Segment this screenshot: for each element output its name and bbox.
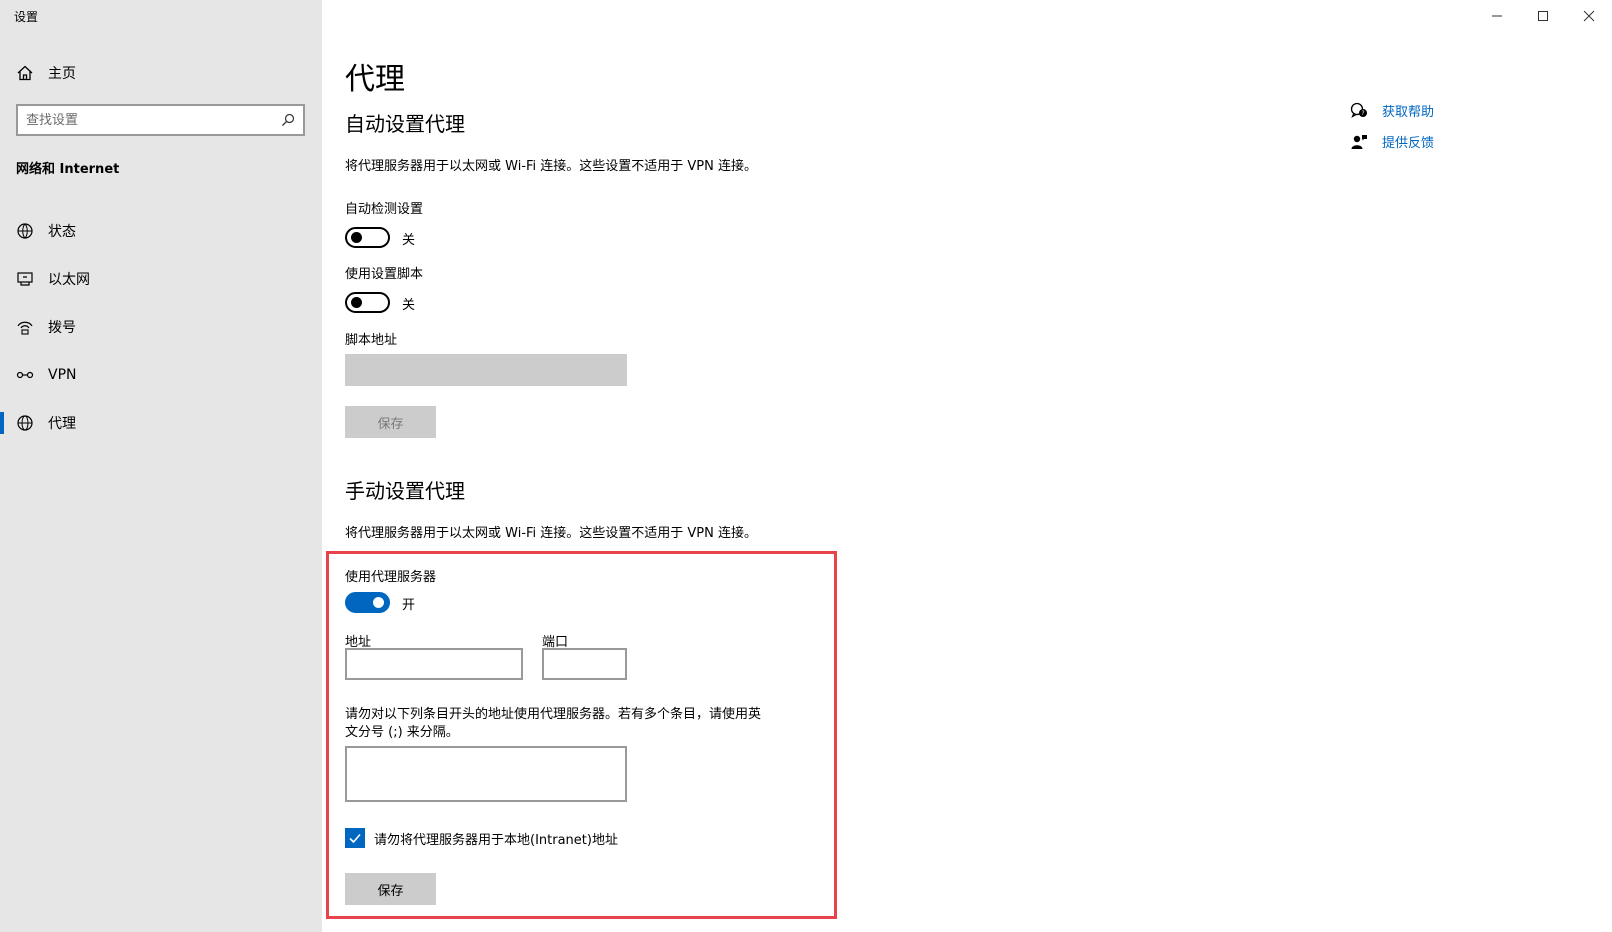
sidebar-item-label: VPN	[48, 367, 77, 383]
sidebar-item-label: 以太网	[48, 272, 90, 288]
get-help-link[interactable]: ? 获取帮助	[1350, 101, 1434, 120]
checkmark-icon	[349, 833, 361, 844]
script-address-input[interactable]	[345, 354, 627, 386]
auto-save-button[interactable]: 保存	[345, 406, 436, 438]
sidebar-section-label: 网络和 Internet	[16, 162, 120, 177]
sidebar-item-dialup[interactable]: 拨号	[0, 303, 322, 351]
auto-detect-toggle[interactable]	[345, 227, 390, 248]
status-icon	[17, 223, 33, 239]
search-icon[interactable]	[281, 113, 295, 127]
setup-script-state: 关	[402, 298, 416, 313]
auto-proxy-description: 将代理服务器用于以太网或 Wi-Fi 连接。这些设置不适用于 VPN 连接。	[345, 159, 758, 174]
script-address-label: 脚本地址	[345, 333, 398, 348]
globe-icon	[17, 415, 33, 431]
use-proxy-toggle[interactable]	[345, 592, 390, 613]
window-controls	[1474, 0, 1612, 32]
close-icon	[1583, 10, 1595, 22]
search-input[interactable]	[26, 112, 281, 128]
ethernet-icon	[17, 272, 33, 286]
maximize-button[interactable]	[1520, 0, 1566, 32]
get-help-label: 获取帮助	[1382, 105, 1435, 120]
feedback-icon	[1351, 134, 1367, 149]
setup-script-toggle[interactable]	[345, 292, 390, 313]
sidebar-item-label: 代理	[48, 416, 76, 432]
bypass-local-checkbox-row[interactable]: 请勿将代理服务器用于本地(Intranet)地址	[345, 828, 618, 848]
sidebar-item-label: 拨号	[48, 320, 76, 336]
use-proxy-state: 开	[402, 598, 416, 613]
maximize-icon	[1538, 11, 1548, 21]
sidebar-item-ethernet[interactable]: 以太网	[0, 255, 322, 303]
exceptions-label-line2: 文分号 (;) 来分隔。	[345, 725, 459, 740]
dialup-icon	[17, 321, 33, 335]
toggle-knob	[351, 297, 362, 308]
sidebar-item-label: 状态	[48, 224, 76, 240]
home-icon	[17, 65, 33, 81]
page-title: 代理	[345, 62, 405, 97]
minimize-button[interactable]	[1474, 0, 1520, 32]
home-label: 主页	[48, 66, 76, 82]
sidebar-nav: 状态 以太网 拨号 VPN 代理	[0, 207, 322, 447]
feedback-label: 提供反馈	[1382, 136, 1435, 151]
toggle-knob	[351, 232, 362, 243]
sidebar-item-proxy[interactable]: 代理	[0, 399, 322, 447]
manual-proxy-description: 将代理服务器用于以太网或 Wi-Fi 连接。这些设置不适用于 VPN 连接。	[345, 526, 758, 541]
svg-text:?: ?	[1361, 110, 1364, 117]
use-proxy-label: 使用代理服务器	[345, 570, 437, 585]
proxy-port-input[interactable]	[542, 648, 627, 680]
bypass-local-checkbox[interactable]	[345, 828, 365, 848]
exceptions-textarea[interactable]	[345, 746, 627, 802]
proxy-address-input[interactable]	[345, 648, 523, 680]
manual-proxy-title: 手动设置代理	[345, 479, 465, 503]
vpn-icon	[16, 371, 34, 379]
home-nav-item[interactable]: 主页	[16, 62, 76, 84]
search-box[interactable]	[16, 104, 305, 136]
feedback-link[interactable]: 提供反馈	[1350, 132, 1434, 151]
sidebar-item-vpn[interactable]: VPN	[0, 351, 322, 399]
toggle-knob	[373, 597, 384, 608]
setup-script-label: 使用设置脚本	[345, 267, 424, 282]
sidebar: 设置 主页 网络和 Internet 状态 以太网 拨号 VPN 代理	[0, 0, 322, 932]
sidebar-item-status[interactable]: 状态	[0, 207, 322, 255]
bypass-local-label: 请勿将代理服务器用于本地(Intranet)地址	[374, 832, 618, 848]
exceptions-label-line1: 请勿对以下列条目开头的地址使用代理服务器。若有多个条目，请使用英	[345, 707, 762, 722]
auto-proxy-title: 自动设置代理	[345, 112, 465, 136]
minimize-icon	[1492, 15, 1502, 17]
close-button[interactable]	[1566, 0, 1612, 32]
help-chat-icon: ?	[1350, 102, 1367, 118]
auto-detect-label: 自动检测设置	[345, 202, 424, 217]
auto-detect-state: 关	[402, 233, 416, 248]
window-title: 设置	[14, 10, 39, 24]
manual-save-button[interactable]: 保存	[345, 873, 436, 905]
